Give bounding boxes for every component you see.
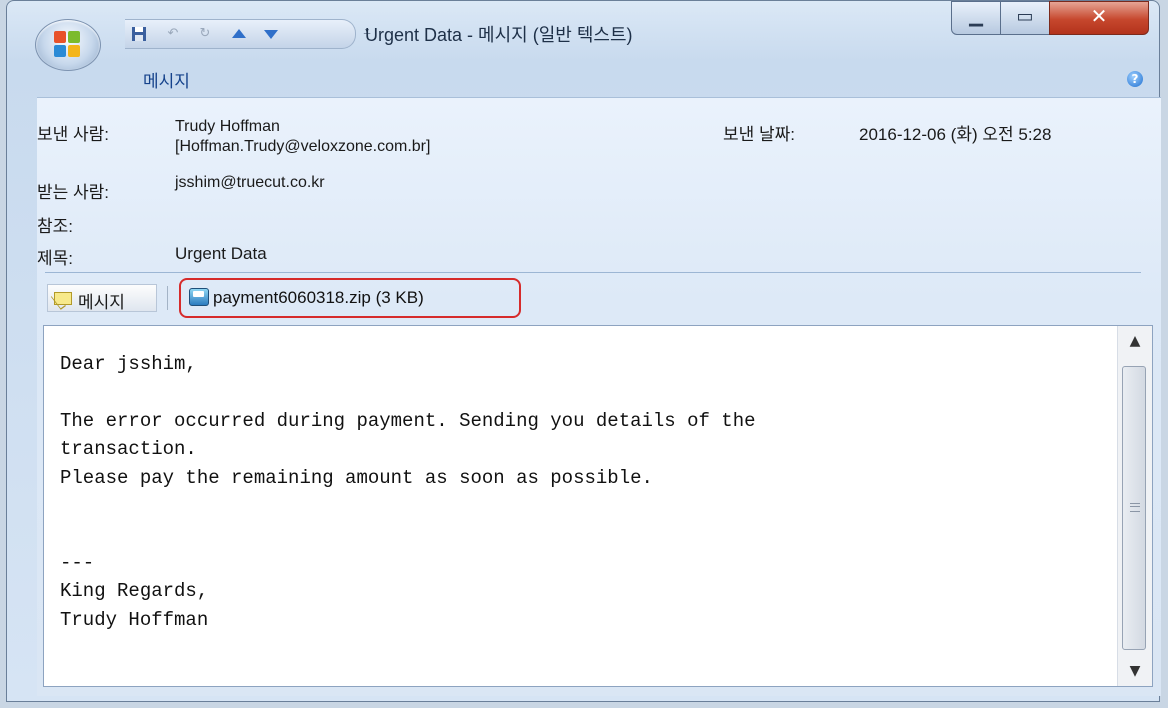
previous-item-icon[interactable]: [231, 26, 247, 42]
next-item-icon[interactable]: [263, 26, 279, 42]
minimize-button[interactable]: ▁: [951, 1, 1001, 35]
vertical-scrollbar[interactable]: ▲ ▼: [1117, 326, 1152, 686]
tab-message[interactable]: 메시지: [143, 67, 190, 92]
office-button[interactable]: [35, 19, 101, 71]
save-icon[interactable]: [131, 26, 147, 42]
message-body[interactable]: Dear jsshim, The error occurred during p…: [43, 325, 1153, 687]
header-divider: [45, 272, 1141, 273]
from-label: 보낸 사람:: [37, 125, 110, 144]
message-window: ↶ ↻ ⩡ Urgent Data - 메시지 (일반 텍스트) ▁ ▭ ✕ 메…: [6, 0, 1161, 702]
from-name[interactable]: Trudy Hoffman: [175, 118, 280, 136]
scroll-grip-icon: [1130, 503, 1140, 512]
to-label: 받는 사람:: [37, 183, 110, 202]
sent-value: 2016-12-06 (화) 오전 5:28: [859, 125, 1052, 144]
envelope-icon: [54, 292, 72, 305]
maximize-icon: ▭: [1016, 6, 1034, 27]
quick-access-toolbar: ↶ ↻: [125, 19, 356, 49]
scroll-up-icon[interactable]: ▲: [1118, 326, 1152, 356]
to-value[interactable]: jsshim@truecut.co.kr: [175, 174, 325, 192]
cc-label: 참조:: [37, 217, 74, 236]
attachment-zip[interactable]: payment6060318.zip (3 KB): [179, 278, 521, 318]
from-address[interactable]: [Hoffman.Trudy@veloxzone.com.br]: [175, 138, 430, 156]
message-view-tab[interactable]: 메시지: [47, 284, 157, 312]
undo-icon[interactable]: ↶: [165, 26, 181, 42]
help-icon[interactable]: ?: [1127, 71, 1143, 87]
sent-label: 보낸 날짜:: [723, 125, 796, 144]
subject-label: 제목:: [37, 249, 74, 268]
scroll-down-icon[interactable]: ▼: [1118, 656, 1152, 686]
minimize-icon: ▁: [969, 6, 983, 27]
attachment-label: payment6060318.zip (3 KB): [213, 288, 424, 307]
redo-icon[interactable]: ↻: [197, 26, 213, 42]
subject-value: Urgent Data: [175, 244, 267, 263]
office-logo-icon: [54, 31, 82, 59]
message-body-text: Dear jsshim, The error occurred during p…: [60, 353, 756, 631]
scrollbar-thumb[interactable]: [1122, 366, 1146, 650]
maximize-button[interactable]: ▭: [1000, 1, 1050, 35]
close-icon: ✕: [1090, 4, 1108, 28]
close-button[interactable]: ✕: [1049, 1, 1149, 35]
window-title: Urgent Data - 메시지 (일반 텍스트): [365, 25, 633, 45]
message-tab-label: 메시지: [78, 293, 125, 312]
attachment-separator: [167, 286, 168, 310]
zip-file-icon: [189, 288, 209, 306]
